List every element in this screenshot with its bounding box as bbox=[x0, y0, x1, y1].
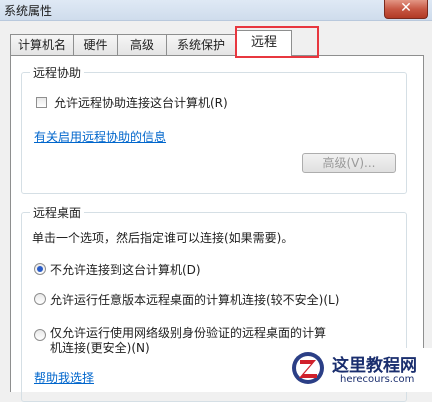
help-me-choose-link[interactable]: 帮助我选择 bbox=[34, 369, 94, 386]
watermark-url: herecours.com bbox=[340, 374, 415, 385]
remote-assistance-info-link[interactable]: 有关启用远程协助的信息 bbox=[34, 128, 166, 145]
remote-assistance-title: 远程协助 bbox=[30, 64, 85, 81]
tab-hardware[interactable]: 硬件 bbox=[73, 34, 118, 56]
window-title: 系统属性 bbox=[4, 4, 53, 18]
tab-highlight-box bbox=[235, 26, 319, 58]
allow-remote-assistance-checkbox[interactable] bbox=[36, 97, 47, 108]
remote-assistance-group: 远程协助 允许远程协助连接这台计算机(R) 有关启用远程协助的信息 高级(V).… bbox=[21, 64, 407, 194]
radio-dont-allow[interactable] bbox=[34, 263, 46, 275]
remote-desktop-title: 远程桌面 bbox=[30, 204, 85, 221]
tab-system-protection[interactable]: 系统保护 bbox=[166, 34, 236, 56]
tab-content-panel: 远程协助 允许远程协助连接这台计算机(R) 有关启用远程协助的信息 高级(V).… bbox=[10, 55, 424, 402]
radio-allow-nla-only[interactable] bbox=[34, 329, 46, 341]
watermark: 这里教程网 herecours.com bbox=[290, 348, 432, 392]
close-button[interactable]: ✕ bbox=[384, 0, 428, 19]
watermark-logo-icon bbox=[292, 352, 324, 384]
radio-allow-nla-only-label-line2[interactable]: 机连接(更安全)(N) bbox=[50, 339, 150, 356]
radio-allow-any-version[interactable] bbox=[34, 293, 46, 305]
watermark-brand: 这里教程网 bbox=[332, 356, 417, 376]
remote-desktop-instruction: 单击一个选项，然后指定谁可以连接(如果需要)。 bbox=[32, 231, 294, 245]
tab-strip: 计算机名 硬件 高级 系统保护 远程 bbox=[0, 30, 432, 57]
close-icon: ✕ bbox=[400, 0, 412, 16]
tab-advanced[interactable]: 高级 bbox=[117, 34, 167, 56]
tab-computer-name[interactable]: 计算机名 bbox=[10, 34, 74, 56]
title-bar: 系统属性 ✕ bbox=[0, 0, 432, 21]
radio-allow-any-version-label[interactable]: 允许运行任意版本远程桌面的计算机连接(较不安全)(L) bbox=[50, 291, 339, 308]
allow-remote-assistance-label[interactable]: 允许远程协助连接这台计算机(R) bbox=[54, 94, 228, 111]
radio-dont-allow-label[interactable]: 不允许连接到这台计算机(D) bbox=[50, 261, 201, 278]
advanced-button[interactable]: 高级(V)... bbox=[302, 153, 396, 173]
